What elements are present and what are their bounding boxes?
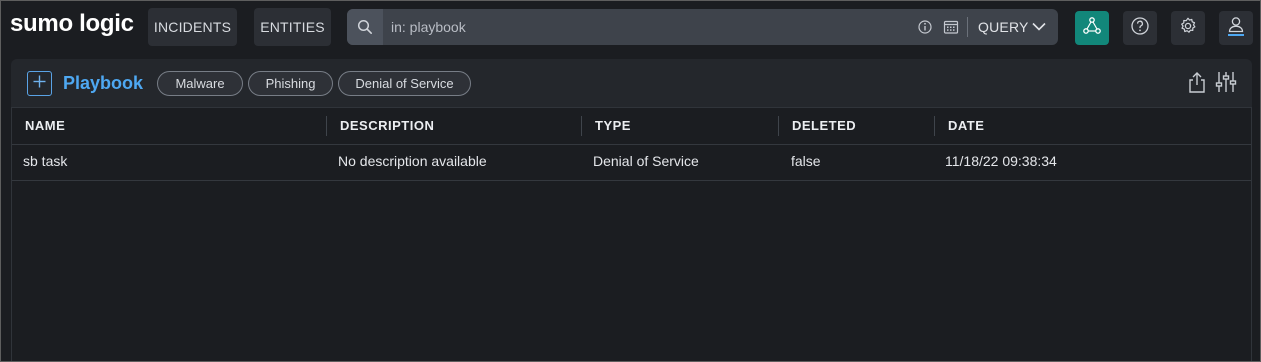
plus-icon	[32, 74, 47, 94]
column-settings-icon[interactable]	[1214, 70, 1238, 99]
column-divider[interactable]	[581, 116, 582, 136]
settings-icon	[1178, 16, 1198, 41]
chevron-down-icon[interactable]	[1031, 20, 1047, 39]
help-icon	[1130, 16, 1150, 41]
column-divider[interactable]	[778, 116, 779, 136]
search-divider	[967, 17, 968, 37]
column-header-description[interactable]: DESCRIPTION	[340, 108, 434, 144]
nav-incidents-button[interactable]: INCIDENTS	[148, 8, 237, 46]
column-header-date[interactable]: DATE	[948, 108, 984, 144]
calendar-icon[interactable]	[943, 19, 959, 40]
table-header: NAME DESCRIPTION TYPE DELETED DATE	[12, 108, 1251, 145]
cell-type: Denial of Service	[593, 153, 699, 169]
column-header-name[interactable]: NAME	[25, 108, 65, 144]
query-dropdown[interactable]: QUERY	[978, 9, 1029, 45]
column-divider[interactable]	[934, 116, 935, 136]
column-header-type[interactable]: TYPE	[595, 108, 631, 144]
top-bar: sumo logic INCIDENTS ENTITIES in: playbo…	[1, 1, 1260, 53]
app-window: sumo logic INCIDENTS ENTITIES in: playbo…	[0, 0, 1261, 362]
cell-deleted: false	[791, 153, 821, 169]
column-header-deleted[interactable]: DELETED	[792, 108, 856, 144]
add-button[interactable]	[27, 71, 52, 96]
user-button[interactable]	[1219, 11, 1253, 45]
cell-name: sb task	[23, 153, 68, 169]
table-row[interactable]: sb task No description available Denial …	[12, 145, 1251, 181]
settings-button[interactable]	[1171, 11, 1205, 45]
page-title: Playbook	[63, 73, 144, 93]
logo: sumo logic	[10, 10, 134, 37]
filter-chip-phishing[interactable]: Phishing	[248, 71, 333, 96]
column-divider[interactable]	[326, 116, 327, 136]
playbook-panel: Playbook Malware Phishing Denial of Serv…	[11, 59, 1252, 361]
filter-chip-denial-of-service[interactable]: Denial of Service	[338, 71, 471, 96]
filter-chip-malware[interactable]: Malware	[157, 71, 243, 96]
search-input[interactable]: in: playbook	[391, 9, 466, 45]
playbook-table: NAME DESCRIPTION TYPE DELETED DATE sb ta…	[11, 107, 1252, 361]
search-bar[interactable]: in: playbook QUERY	[347, 9, 1058, 45]
network-button[interactable]	[1075, 11, 1109, 45]
nav-entities-button[interactable]: ENTITIES	[254, 8, 331, 46]
user-icon	[1226, 15, 1246, 42]
search-icon[interactable]	[347, 9, 383, 45]
network-icon	[1082, 16, 1102, 41]
info-icon[interactable]	[917, 19, 933, 40]
cell-date: 11/18/22 09:38:34	[945, 153, 1057, 169]
cell-description: No description available	[338, 153, 487, 169]
export-icon[interactable]	[1187, 70, 1207, 99]
help-button[interactable]	[1123, 11, 1157, 45]
